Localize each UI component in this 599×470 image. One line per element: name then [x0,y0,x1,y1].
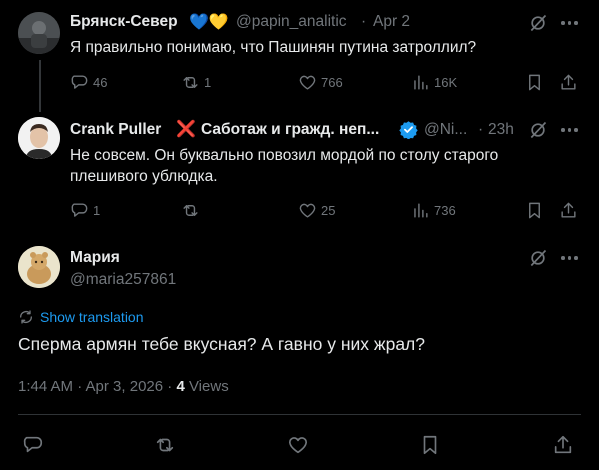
bookmark-button[interactable] [419,434,443,458]
timestamp-row: 1:44 AM · Apr 3, 2026 · 4 Views [18,378,229,395]
share-icon [554,435,572,454]
grok-icon[interactable] [528,248,548,268]
bookmark-button[interactable] [525,201,544,220]
views-icon [414,75,428,90]
translate-link[interactable]: Show translation [18,309,144,325]
author-name[interactable]: Брянск-Север [70,13,178,31]
bookmark-button[interactable] [525,73,544,92]
show-translation-link[interactable]: Show translation [40,309,144,325]
retweet-count: 1 [204,75,212,90]
views-count: 736 [434,203,456,218]
reply-button[interactable] [22,434,46,458]
share-icon [561,202,576,218]
tweet-text: Я правильно понимаю, что Пашинян путина … [70,39,477,56]
author-name[interactable]: Crank Puller [70,121,161,139]
grok-icon[interactable] [528,13,548,33]
author-name[interactable]: Мария [70,249,120,267]
retweet-icon [183,77,198,88]
tweet-text: Не совсем. Он буквально повозил мордой п… [70,147,499,185]
like-count: 766 [321,75,343,90]
avatar[interactable] [18,246,60,288]
heart-emoji: 💙💛 [189,14,229,31]
reply-count: 1 [93,203,101,218]
reply-button[interactable]: 1 [70,201,100,220]
verified-icon [399,120,418,140]
author-handle[interactable]: @papin_analitic [236,13,347,31]
more-icon[interactable] [561,248,578,268]
author-name-suffix[interactable]: Саботаж и гражд. неп... [201,121,379,139]
views-button[interactable]: 736 [411,201,456,220]
more-icon[interactable] [561,120,578,140]
views-icon [414,203,428,218]
retweet-button[interactable] [181,201,200,220]
bookmark-icon [529,202,540,219]
divider [18,414,581,415]
retweet-icon [156,438,174,452]
retweet-icon [183,205,198,216]
views-label: Views [188,378,229,395]
retweet-button[interactable]: 1 [181,73,211,92]
share-icon [561,74,576,90]
separator: · [361,13,367,30]
like-button[interactable]: 766 [298,73,343,92]
like-button[interactable] [287,434,311,458]
reply-icon [23,436,43,453]
avatar[interactable] [18,12,60,54]
grok-icon[interactable] [528,120,548,140]
reply-icon [71,203,88,217]
share-button[interactable] [552,434,576,458]
avatar[interactable] [18,117,60,159]
reply-icon [71,75,88,89]
reply-button[interactable]: 46 [70,73,107,92]
share-button[interactable] [559,201,578,220]
views-button[interactable]: 16K [411,73,457,92]
tweet-time[interactable]: 23h [488,121,514,139]
retweet-button[interactable] [154,434,178,458]
like-icon [288,437,308,454]
share-button[interactable] [559,73,578,92]
like-icon [299,203,316,218]
views-count: 4 [176,378,185,395]
tweet-text: Сперма армян тебе вкусная? А гавно у них… [18,334,426,354]
views-count: 16K [434,75,458,90]
like-icon [299,75,316,90]
author-handle[interactable]: @maria257861 [70,271,176,289]
translate-icon [20,310,32,324]
bookmark-icon [529,74,540,91]
bookmark-icon [423,435,437,455]
like-count: 25 [321,203,336,218]
separator: · [478,121,484,138]
author-handle[interactable]: @Ni... [424,121,467,139]
reply-count: 46 [93,75,108,90]
timestamp[interactable]: 1:44 AM · Apr 3, 2026 · [18,378,176,395]
like-button[interactable]: 25 [298,201,335,220]
tweet-time[interactable]: Apr 2 [373,13,410,31]
more-icon[interactable] [561,13,578,33]
thread-line-1 [39,60,41,112]
cross-mark: ❌ [176,121,196,138]
